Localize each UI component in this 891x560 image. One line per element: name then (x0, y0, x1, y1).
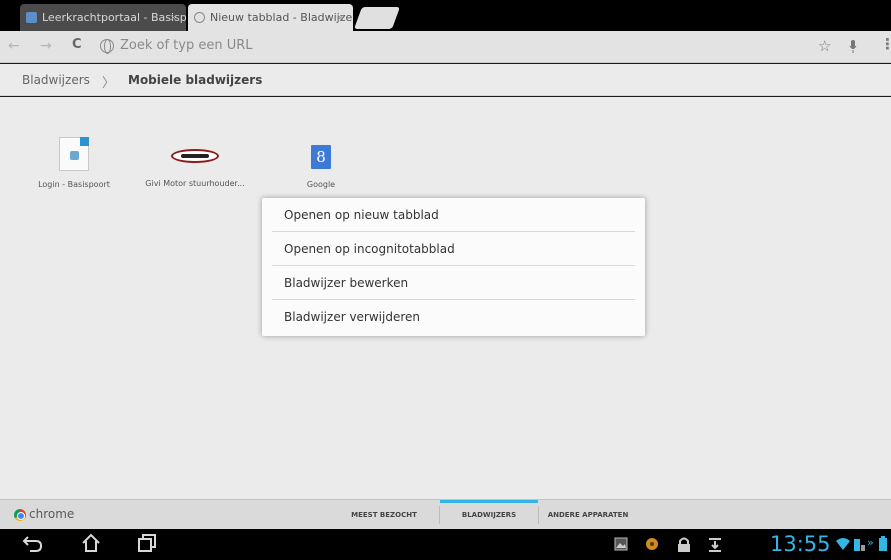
clock: 13:55 (770, 532, 831, 556)
breadcrumb-bladwijzers[interactable]: Bladwijzers (22, 73, 90, 87)
battery-icon (879, 536, 887, 555)
bookmark-label: Login - Basispoort (38, 180, 110, 189)
breadcrumb-current: Mobiele bladwijzers (128, 73, 263, 87)
globe-icon (194, 12, 205, 23)
back-arrow-icon[interactable]: ← (8, 38, 20, 54)
context-menu: Openen op nieuw tabblad Openen op incogn… (262, 198, 645, 336)
document-icon (59, 137, 89, 171)
download-icon (708, 537, 722, 557)
brand-label: chrome (29, 507, 75, 521)
more-icon: » (867, 536, 874, 549)
signal-icon (852, 537, 866, 555)
menu-item-open-incognito[interactable]: Openen op incognitotabblad (262, 232, 645, 266)
omnibox[interactable]: Zoek of typ een URL (96, 35, 866, 59)
bottom-tab-bar: chrome MEEST BEZOCHT BLADWIJZERS ANDERE … (0, 499, 891, 529)
tab-meest-bezocht[interactable]: MEEST BEZOCHT (336, 500, 432, 530)
tab-strip: Leerkrachtportaal - Basisp × Nieuw tabbl… (0, 0, 891, 31)
new-tab-button[interactable] (353, 7, 401, 29)
bookmark-label: Givi Motor stuurhouder... (145, 179, 245, 188)
tab-title: Leerkrachtportaal - Basisp (42, 11, 186, 24)
chrome-logo-icon (14, 509, 26, 521)
forward-arrow-icon[interactable]: → (40, 38, 52, 54)
back-icon[interactable] (22, 533, 44, 558)
globe-icon (100, 39, 114, 54)
tab-title: Nieuw tabblad - Bladwijze (210, 11, 353, 24)
bookmark-label: Google (306, 180, 336, 189)
menu-item-open-new-tab[interactable]: Openen op nieuw tabblad (262, 198, 645, 232)
system-navigation-bar: 13:55 » (0, 529, 891, 560)
bookmark-login-basispoort[interactable]: Login - Basispoort (24, 137, 124, 190)
menu-item-delete-bookmark[interactable]: Bladwijzer verwijderen (262, 300, 645, 334)
microphone-icon[interactable] (849, 40, 857, 57)
bookmark-givi-motor[interactable]: Givi Motor stuurhouder... (145, 137, 245, 189)
breadcrumb-separator-icon: 〉 (102, 76, 116, 91)
tab-nieuw-tabblad[interactable]: Nieuw tabblad - Bladwijze × (188, 4, 353, 31)
close-tab-icon[interactable]: × (336, 4, 345, 31)
menu-icon[interactable]: ⋮ (880, 35, 891, 53)
app-notification-icon (645, 537, 659, 555)
omnibox-placeholder: Zoek of typ een URL (120, 38, 253, 53)
google-icon: 8 (311, 145, 331, 169)
menu-item-edit-bookmark[interactable]: Bladwijzer bewerken (262, 266, 645, 300)
tab-andere-apparaten[interactable]: ANDERE APPARATEN (539, 500, 637, 530)
close-tab-icon[interactable]: × (169, 4, 178, 31)
reload-icon[interactable]: C (72, 37, 82, 52)
motor-logo-icon (171, 149, 219, 163)
lock-icon (677, 537, 691, 557)
wifi-icon (836, 538, 850, 554)
toolbar: ← → C Zoek of typ een URL ☆ ⋮ (0, 31, 891, 63)
tab-leerkrachtportaal[interactable]: Leerkrachtportaal - Basisp × (20, 4, 186, 31)
tab-bladwijzers[interactable]: BLADWIJZERS (440, 500, 538, 530)
recent-apps-icon[interactable] (136, 533, 158, 558)
star-icon[interactable]: ☆ (818, 37, 831, 55)
bookmark-google[interactable]: 8 Google (271, 137, 371, 190)
breadcrumb: Bladwijzers 〉 Mobiele bladwijzers (0, 64, 891, 96)
gallery-icon (614, 537, 628, 555)
site-favicon-icon (26, 12, 37, 23)
home-icon[interactable] (80, 533, 102, 558)
